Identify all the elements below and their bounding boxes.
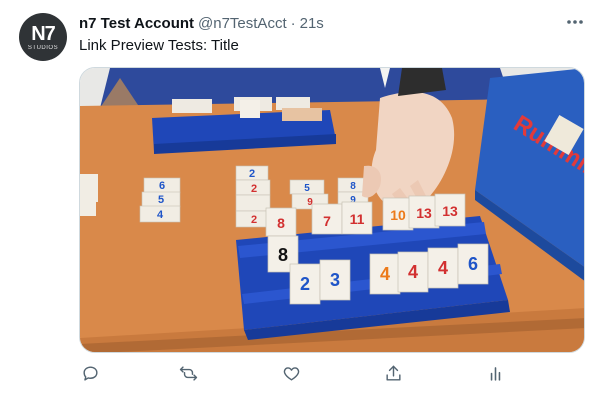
more-icon — [567, 20, 583, 24]
rack-bottom-tile-2: 2 — [300, 274, 310, 294]
more-options-button[interactable] — [563, 12, 587, 32]
share-button[interactable] — [382, 362, 404, 384]
rack-bottom-tile-6: 4 — [438, 258, 448, 278]
retweet-icon — [179, 365, 197, 381]
rack-bottom-tile-4: 4 — [380, 264, 390, 284]
analytics-button[interactable] — [484, 362, 506, 384]
rummikub-photo: Rummikub 6 5 4 2 2 2 5 9 8 9 8 7 11 10 1… — [80, 68, 584, 352]
rack-top-tile-5: 13 — [416, 205, 432, 221]
tweet[interactable]: N7 STUDIOS n7 Test Account @n7TestAcct ·… — [0, 0, 612, 405]
rack-top-tile-6: 13 — [442, 203, 458, 219]
rack-bottom-tile-1: 8 — [278, 245, 288, 265]
tweet-header: n7 Test Account @n7TestAcct · 21s — [79, 13, 324, 33]
tile-left-2: 5 — [158, 194, 164, 206]
like-button[interactable] — [280, 362, 302, 384]
tile-left-1: 6 — [159, 180, 165, 192]
tile-mid-1: 2 — [249, 168, 255, 180]
rack-bottom-tile-5: 4 — [408, 262, 418, 282]
tweet-text: Link Preview Tests: Title — [79, 37, 239, 54]
retweet-button[interactable] — [177, 362, 199, 384]
tile-mid-2: 2 — [251, 183, 257, 195]
like-icon — [283, 366, 299, 381]
rack-top-tile-3: 11 — [350, 211, 365, 227]
analytics-icon — [490, 366, 500, 381]
avatar-subtext: STUDIOS — [27, 45, 59, 51]
share-icon — [385, 365, 401, 381]
rack-top-tile-4: 10 — [390, 207, 406, 223]
avatar-logo: N7 — [31, 23, 56, 45]
tile-mid-3: 2 — [251, 214, 257, 226]
rack-top-tile-1: 8 — [277, 215, 285, 231]
tweet-media[interactable]: Rummikub 6 5 4 2 2 2 5 9 8 9 8 7 11 10 1… — [79, 67, 585, 353]
tweet-actions — [79, 362, 509, 388]
avatar[interactable]: N7 STUDIOS — [19, 13, 67, 61]
separator-dot: · — [290, 14, 296, 32]
rack-bottom-tile-7: 6 — [468, 254, 478, 274]
reply-button[interactable] — [79, 362, 101, 384]
reply-icon — [82, 365, 98, 381]
tile-center-3: 8 — [350, 181, 356, 192]
rack-top-tile-2: 7 — [323, 213, 331, 229]
tile-left-3: 4 — [157, 209, 164, 221]
user-handle[interactable]: @n7TestAcct — [198, 15, 287, 32]
timestamp[interactable]: 21s — [300, 15, 324, 32]
tile-center-1: 5 — [304, 183, 310, 194]
display-name[interactable]: n7 Test Account — [79, 15, 194, 32]
rack-bottom-tile-3: 3 — [330, 270, 340, 290]
